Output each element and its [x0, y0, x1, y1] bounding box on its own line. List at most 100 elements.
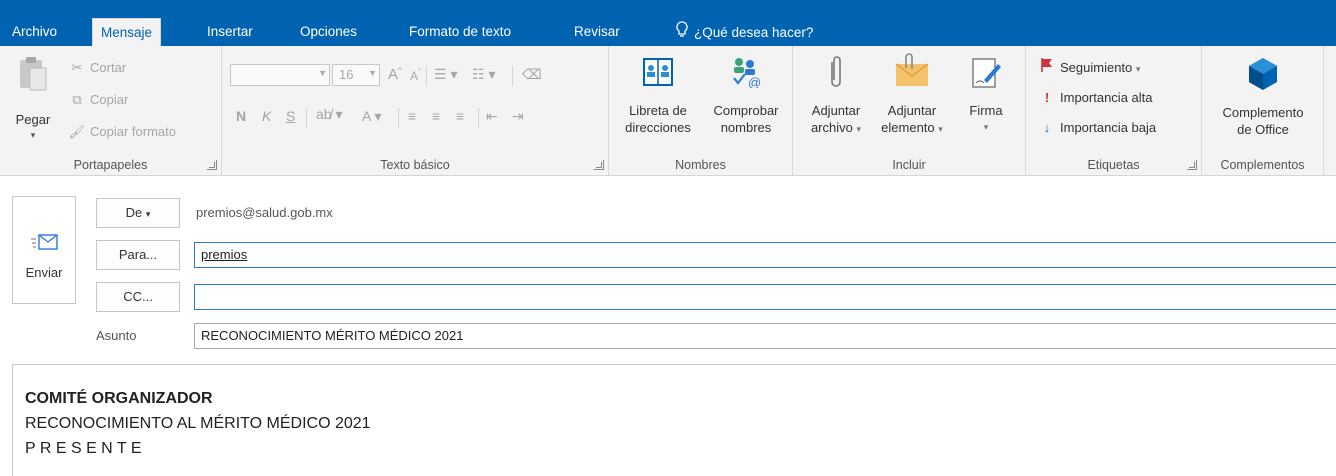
separator	[306, 108, 307, 128]
high-importance-label: Importancia alta	[1060, 90, 1153, 105]
brush-icon: 🖌	[68, 124, 86, 139]
increase-indent-button[interactable]: ⇥	[512, 108, 524, 125]
paste-button[interactable]: Pegar ▾	[4, 54, 62, 149]
office-store-icon	[1249, 58, 1277, 90]
to-recipient[interactable]: premios	[201, 247, 247, 262]
follow-up-button[interactable]: Seguimiento ▾	[1038, 58, 1140, 78]
group-incluir: Adjuntar archivo ▾ Adjuntar elemento ▾ F…	[793, 46, 1026, 176]
body-line-2: RECONOCIMIENTO AL MÉRITO MÉDICO 2021	[25, 415, 371, 432]
format-painter-button[interactable]: 🖌 Copiar formato	[68, 122, 176, 142]
send-label: Enviar	[25, 265, 63, 280]
dialog-launcher-icon[interactable]	[594, 160, 604, 170]
signature-button[interactable]: Firma ▾	[957, 56, 1015, 136]
tell-me-search[interactable]: ¿Qué desea hacer?	[668, 20, 821, 46]
chevron-down-icon: ▾	[938, 124, 943, 134]
group-nombres: Libreta de direcciones @ Comprobar nombr…	[609, 46, 793, 176]
tab-revisar[interactable]: Revisar	[566, 20, 628, 46]
cc-button[interactable]: CC...	[96, 282, 180, 312]
font-size-value: 16	[339, 67, 354, 82]
numbering-button[interactable]: ☷ ▾	[472, 66, 495, 83]
chevron-down-icon: ▼	[368, 68, 377, 78]
italic-button[interactable]: K	[262, 108, 271, 124]
paste-label: Pegar	[15, 112, 51, 127]
copy-icon: ⧉	[72, 92, 82, 107]
align-right-button[interactable]: ≡	[456, 108, 464, 124]
low-importance-button[interactable]: ↓ Importancia baja	[1038, 118, 1156, 138]
grow-font-label: A	[388, 66, 399, 83]
svg-text:@: @	[748, 75, 761, 88]
highlighter-icon: ab̸	[316, 106, 332, 122]
to-button[interactable]: Para...	[96, 240, 180, 270]
tab-insertar[interactable]: Insertar	[199, 20, 261, 46]
font-size-combo[interactable]: 16 ▼	[332, 64, 380, 86]
down-arrow-icon: ↓	[1043, 120, 1051, 135]
from-button-label: De	[125, 205, 143, 220]
decrease-indent-button[interactable]: ⇤	[486, 108, 498, 125]
flag-icon	[1038, 58, 1056, 78]
clear-formatting-icon[interactable]: ⌫	[522, 66, 542, 83]
bold-button[interactable]: N	[236, 108, 246, 124]
cc-field[interactable]	[194, 284, 1336, 310]
tab-opciones[interactable]: Opciones	[292, 20, 365, 46]
cut-button[interactable]: ✂ Cortar	[68, 58, 127, 78]
to-field[interactable]: premios	[194, 242, 1336, 268]
attach-file-button[interactable]: Adjuntar archivo ▾	[801, 56, 871, 138]
send-button[interactable]: Enviar	[12, 196, 76, 304]
copy-label: Copiar	[90, 92, 129, 107]
copy-button[interactable]: ⧉ Copiar	[68, 90, 128, 110]
address-book-label-2: direcciones	[625, 120, 691, 135]
tab-formato-de-texto[interactable]: Formato de texto	[401, 20, 519, 46]
dialog-launcher-icon[interactable]	[1187, 160, 1197, 170]
cut-label: Cortar	[90, 60, 127, 75]
ribbon-tab-bar: Archivo Mensaje Insertar Opciones Format…	[0, 0, 1336, 46]
group-label-complementos: Complementos	[1220, 158, 1305, 172]
attach-item-button[interactable]: Adjuntar elemento ▾	[873, 52, 951, 138]
subject-field[interactable]: RECONOCIMIENTO MÉRITO MÉDICO 2021	[194, 323, 1336, 349]
chevron-down-icon: ▾	[856, 124, 862, 134]
chevron-down-icon: ▾	[145, 209, 151, 219]
send-icon	[31, 234, 58, 250]
attach-item-label-1: Adjuntar	[887, 103, 937, 118]
shrink-font-button[interactable]: Aˇ	[410, 68, 421, 83]
high-importance-button[interactable]: ! Importancia alta	[1038, 88, 1153, 108]
address-book-label-1: Libreta de	[629, 103, 687, 118]
attach-file-label-2-wrap: archivo ▾	[801, 119, 871, 138]
bullets-button[interactable]: ☰ ▾	[434, 66, 457, 83]
attach-item-label-2-wrap: elemento ▾	[873, 119, 951, 138]
separator	[426, 66, 427, 86]
format-painter-label: Copiar formato	[90, 124, 176, 139]
dialog-launcher-icon[interactable]	[207, 160, 217, 170]
office-addins-button[interactable]: Complemento de Office	[1204, 56, 1322, 138]
chevron-down-icon: ▼	[318, 68, 327, 78]
align-center-button[interactable]: ≡	[432, 108, 440, 124]
underline-button[interactable]: S	[286, 108, 295, 124]
from-button[interactable]: De ▾	[96, 198, 180, 228]
address-book-button[interactable]: Libreta de direcciones	[615, 56, 701, 136]
separator	[478, 108, 479, 128]
paste-dropdown-icon[interactable]: ▾	[4, 130, 62, 141]
grow-font-button[interactable]: A^	[388, 66, 402, 83]
shrink-font-label: A	[410, 69, 419, 83]
attach-file-label-2: archivo	[810, 120, 853, 135]
check-names-button[interactable]: @ Comprobar nombres	[703, 56, 789, 136]
highlight-button[interactable]: ab̸ ▾	[316, 106, 343, 123]
attach-file-label-1: Adjuntar	[811, 103, 861, 118]
paste-icon	[20, 57, 47, 91]
separator	[398, 108, 399, 128]
chevron-down-icon: ▾	[1135, 64, 1141, 74]
font-name-combo[interactable]: ▼	[230, 64, 330, 86]
tab-archivo[interactable]: Archivo	[4, 20, 65, 46]
message-body[interactable]: COMITÉ ORGANIZADOR RECONOCIMIENTO AL MÉR…	[12, 364, 1336, 476]
group-portapapeles: Pegar ▾ ✂ Cortar ⧉ Copiar 🖌 Copiar formato …	[0, 46, 222, 176]
subject-label: Asunto	[96, 328, 137, 343]
tell-me-text: ¿Qué desea hacer?	[694, 25, 814, 40]
body-line-3: P R E S E N T E	[25, 440, 142, 457]
align-left-button[interactable]: ≡	[408, 108, 416, 124]
body-line-1: COMITÉ ORGANIZADOR	[25, 390, 213, 407]
font-color-button[interactable]: A ▾	[362, 108, 382, 125]
group-label-portapapeles: Portapapeles	[73, 158, 148, 172]
group-complementos: Complemento de Office Complementos	[1202, 46, 1324, 176]
low-importance-label: Importancia baja	[1060, 120, 1157, 135]
tab-mensaje[interactable]: Mensaje	[92, 18, 162, 46]
group-label-etiquetas: Etiquetas	[1087, 158, 1140, 172]
